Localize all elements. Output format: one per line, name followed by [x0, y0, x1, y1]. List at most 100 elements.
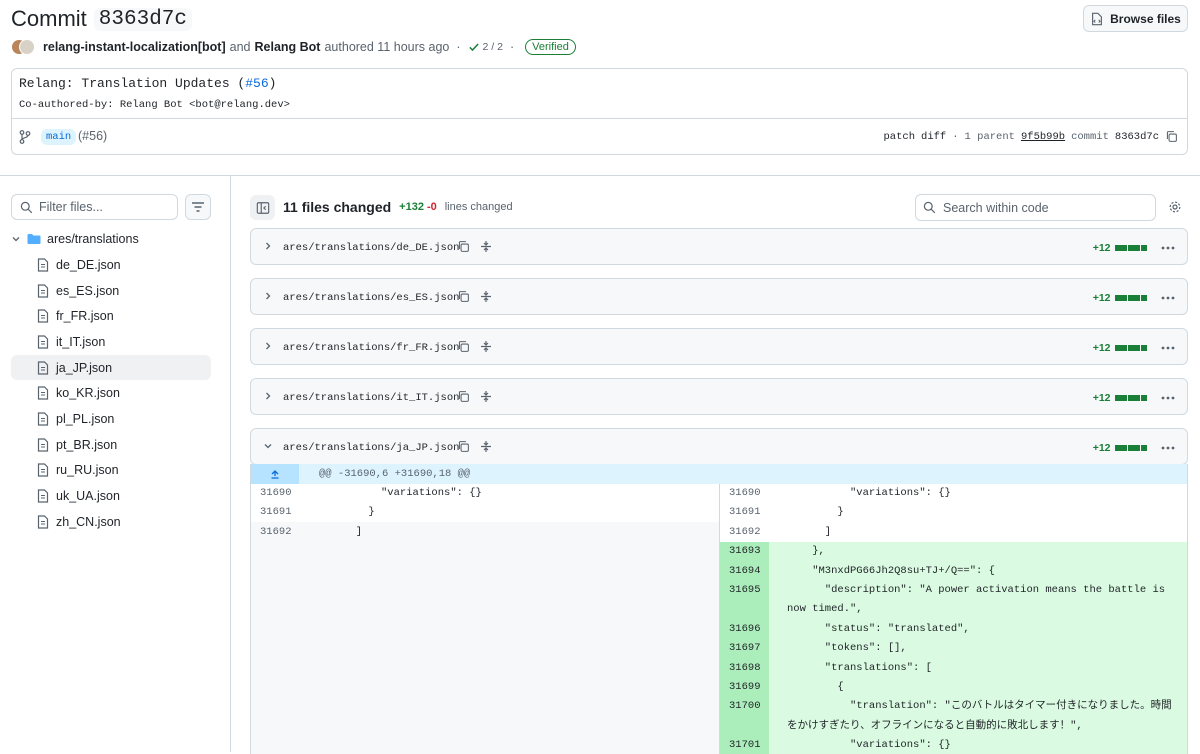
- filter-options-button[interactable]: [185, 194, 211, 220]
- file-path[interactable]: ares/translations/ja_JP.json: [283, 442, 459, 454]
- search-icon: [923, 201, 936, 214]
- chevron-right-icon[interactable]: [263, 341, 273, 351]
- gear-icon[interactable]: [1168, 200, 1182, 214]
- filter-files-input[interactable]: Filter files...: [11, 194, 178, 220]
- lines-changed-label: lines changed: [444, 201, 513, 213]
- line-number[interactable]: 31699: [720, 677, 769, 698]
- copy-icon[interactable]: [457, 240, 470, 253]
- added-line: 31693 },: [720, 542, 1187, 562]
- toggle-sidebar-button[interactable]: [250, 195, 275, 220]
- file-header[interactable]: ares/translations/ja_JP.json +12: [250, 428, 1188, 465]
- checks-status[interactable]: 2 / 2: [468, 41, 503, 53]
- pr-link[interactable]: #56: [245, 76, 268, 91]
- code-text: }: [787, 506, 844, 519]
- coauthor-link[interactable]: Relang Bot: [255, 40, 321, 54]
- file-tree-item[interactable]: es_ES.json: [11, 278, 211, 304]
- parent-sha-link[interactable]: 9f5b99b: [1021, 131, 1065, 143]
- folder-icon: [27, 234, 41, 244]
- copy-icon[interactable]: [1165, 130, 1178, 143]
- line-number[interactable]: 31690: [720, 484, 769, 503]
- diff-stat: +12: [1093, 442, 1147, 454]
- line-number[interactable]: 31691: [720, 503, 769, 522]
- line-number[interactable]: 31698: [720, 658, 769, 678]
- chevron-down-icon[interactable]: [263, 441, 273, 451]
- chevron-right-icon[interactable]: [263, 241, 273, 251]
- added-line: 31697 "tokens": [],: [720, 639, 1187, 659]
- added-line: 31701 "variations": {}: [720, 736, 1187, 754]
- file-tree-item[interactable]: ko_KR.json: [11, 380, 211, 406]
- unfold-icon[interactable]: [480, 440, 492, 453]
- file-tree-item[interactable]: ja_JP.json: [11, 354, 211, 381]
- file-tree-item[interactable]: zh_CN.json: [11, 509, 211, 535]
- chevron-right-icon[interactable]: [263, 391, 273, 401]
- file-tree-item[interactable]: de_DE.json: [11, 252, 211, 278]
- more-options-icon[interactable]: [1161, 396, 1175, 400]
- commit-message-box: Relang: Translation Updates (#56) Co-aut…: [11, 68, 1188, 155]
- unfold-icon[interactable]: [480, 340, 492, 353]
- unfold-icon[interactable]: [480, 390, 492, 403]
- tree-directory[interactable]: ares/translations: [11, 230, 139, 248]
- context-line: 31690 "variations": {}: [251, 484, 719, 503]
- browse-files-button[interactable]: Browse files: [1083, 5, 1188, 32]
- line-number[interactable]: 31696: [720, 619, 769, 640]
- pr-number[interactable]: (#56): [78, 129, 107, 143]
- commit-sha: 8363d7c: [93, 7, 192, 31]
- context-line: 31691 }: [720, 503, 1187, 522]
- added-line: 31694 "M3nxdPG66Jh2Q8su+TJ+/Q==": {: [720, 561, 1187, 581]
- line-number[interactable]: 31700: [720, 697, 769, 737]
- chevron-right-icon[interactable]: [263, 291, 273, 301]
- more-options-icon[interactable]: [1161, 346, 1175, 350]
- file-tree-item[interactable]: ru_RU.json: [11, 458, 211, 484]
- parent-count: 1 parent: [964, 130, 1015, 143]
- copy-icon[interactable]: [457, 340, 470, 353]
- file-icon: [37, 258, 49, 272]
- file-icon: [37, 489, 49, 503]
- file-tree-item[interactable]: uk_UA.json: [11, 483, 211, 509]
- file-header[interactable]: ares/translations/de_DE.json +12: [250, 228, 1188, 265]
- copy-icon[interactable]: [457, 290, 470, 303]
- file-path[interactable]: ares/translations/es_ES.json: [283, 292, 459, 304]
- unfold-icon[interactable]: [480, 290, 492, 303]
- authored-time: authored 11 hours ago: [324, 40, 450, 54]
- branch-label[interactable]: main: [41, 129, 77, 145]
- file-tree-item[interactable]: it_IT.json: [11, 329, 211, 355]
- line-number[interactable]: 31692: [720, 523, 769, 542]
- file-header[interactable]: ares/translations/it_IT.json +12: [250, 378, 1188, 415]
- search-code-input[interactable]: Search within code: [915, 194, 1156, 221]
- file-tree-item[interactable]: fr_FR.json: [11, 303, 211, 329]
- file-tree-item[interactable]: pl_PL.json: [11, 406, 211, 432]
- file-tree-item[interactable]: pt_BR.json: [11, 432, 211, 458]
- line-number[interactable]: 31691: [251, 503, 300, 522]
- code-text: "description": "A power activation means…: [769, 580, 1187, 620]
- file-header[interactable]: ares/translations/fr_FR.json +12: [250, 328, 1188, 365]
- file-name: uk_UA.json: [56, 489, 120, 504]
- line-number[interactable]: 31701: [720, 736, 769, 754]
- line-number[interactable]: 31693: [720, 542, 769, 562]
- more-options-icon[interactable]: [1161, 246, 1175, 250]
- verified-badge[interactable]: Verified: [525, 39, 576, 55]
- unfold-icon[interactable]: [480, 240, 492, 253]
- avatar[interactable]: [11, 39, 35, 55]
- expand-up-icon: [271, 470, 279, 479]
- patch-link[interactable]: patch: [884, 131, 916, 143]
- line-number[interactable]: 31692: [251, 523, 300, 542]
- copy-icon[interactable]: [457, 390, 470, 403]
- file-path[interactable]: ares/translations/fr_FR.json: [283, 342, 459, 354]
- sidebar-collapse-icon: [256, 201, 269, 214]
- diff-stat-count: +12: [1092, 292, 1111, 304]
- file-icon: [37, 335, 49, 349]
- more-options-icon[interactable]: [1161, 296, 1175, 300]
- line-number[interactable]: 31694: [720, 561, 769, 581]
- line-number[interactable]: 31695: [720, 580, 769, 620]
- diff-link[interactable]: diff: [921, 131, 946, 143]
- file-path[interactable]: ares/translations/de_DE.json: [283, 242, 459, 254]
- line-number[interactable]: 31697: [720, 639, 769, 659]
- more-options-icon[interactable]: [1161, 446, 1175, 450]
- copy-icon[interactable]: [457, 440, 470, 453]
- file-path[interactable]: ares/translations/it_IT.json: [283, 392, 459, 404]
- file-name: pl_PL.json: [56, 411, 115, 426]
- expand-up-button[interactable]: [251, 464, 299, 484]
- author-link[interactable]: relang-instant-localization[bot]: [43, 40, 226, 54]
- file-header[interactable]: ares/translations/es_ES.json +12: [250, 278, 1188, 315]
- line-number[interactable]: 31690: [251, 484, 300, 503]
